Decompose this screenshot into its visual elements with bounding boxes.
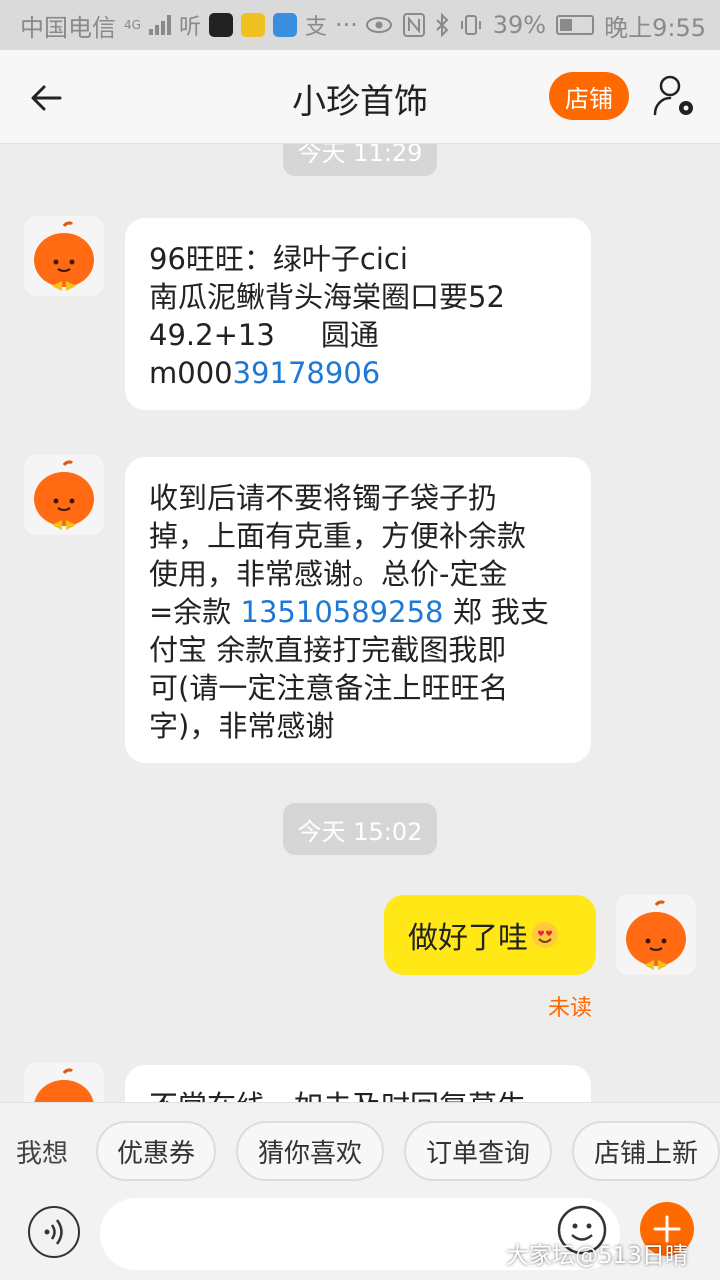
shop-avatar[interactable] (24, 216, 104, 296)
quick-reply-bar: 我想 优惠券 猜你喜欢 订单查询 店铺上新 (0, 1102, 720, 1194)
battery-icon (556, 15, 595, 35)
battery-percent: 39% (492, 11, 547, 39)
status-bar: 中国电信 4G 听 支 ··· 39% 晚上9:55 (0, 0, 720, 50)
bluetooth-icon (436, 13, 449, 37)
message-text: 郑 我支 (443, 595, 549, 629)
shop-button[interactable]: 店铺 (549, 72, 629, 120)
unread-status: 未读 (548, 996, 593, 1021)
message-bubble[interactable]: 96旺旺：绿叶子cici 南瓜泥鳅背头海棠圈口要52 49.2+13 圆通 m0… (125, 218, 591, 410)
chip-new-arrivals[interactable]: 店铺上新 (572, 1121, 720, 1181)
app-notification-icon-2 (272, 13, 297, 37)
message-line: 收到后请不要将镯子袋子扔 (149, 481, 498, 515)
tracking-prefix: m000 (149, 356, 233, 390)
message-line: 使用，非常感谢。总价-定金 (149, 557, 508, 591)
pumpkin-avatar-icon (34, 1068, 94, 1102)
listen-app-icon: 听 (178, 15, 201, 40)
message-line: 49.2+13 圆通 (149, 318, 379, 352)
more-notifications-icon: ··· (334, 11, 358, 39)
message-bubble[interactable]: 收到后请不要将镯子袋子扔 掉，上面有克重，方便补余款 使用，非常感谢。总价-定金… (125, 457, 591, 763)
alipay-icon: 支 (304, 15, 327, 40)
voice-icon (44, 1219, 63, 1245)
chip-order-query[interactable]: 订单查询 (404, 1121, 552, 1181)
clock: 晚上9:55 (604, 13, 706, 42)
carrier-label: 中国电信 (20, 13, 116, 42)
timestamp-divider: 今天 15:02 (283, 803, 437, 855)
signal-icon (148, 15, 171, 35)
message-line: 可(请一定注意备注上旺旺名 (149, 671, 509, 705)
message-text: 做好了哇 (408, 921, 528, 956)
vibrate-icon (460, 15, 481, 35)
message-line: 付宝 余款直接打完截图我即 (149, 633, 507, 667)
chat-header: 小珍首饰 店铺 (0, 50, 720, 144)
pumpkin-avatar-icon (626, 900, 686, 970)
message-line: 不常在线，如未及时回复莫生 (149, 1087, 567, 1102)
phone-number-link[interactable]: 13510589258 (241, 595, 444, 629)
message-line: 字)，非常感谢 (149, 709, 335, 743)
chip-you-may-like[interactable]: 猜你喜欢 (236, 1121, 384, 1181)
chip-coupon[interactable]: 优惠券 (96, 1121, 216, 1181)
eye-icon (365, 17, 392, 33)
message-line: 南瓜泥鳅背头海棠圈口要52 (149, 280, 505, 314)
my-message-bubble[interactable]: 做好了哇 (384, 895, 596, 975)
pumpkin-avatar-icon (34, 221, 94, 291)
message-line: 掉，上面有克重，方便补余款 (149, 519, 527, 553)
chat-area[interactable]: 今天 11:29 96旺旺：绿叶子cici 南瓜泥鳅背头海棠圈口要52 49.2… (0, 144, 720, 1102)
my-avatar[interactable] (616, 895, 696, 975)
message-line: 96旺旺：绿叶子cici (149, 242, 408, 276)
watermark: 大家坛@513日晴 (506, 1243, 688, 1269)
nfc-icon (402, 13, 425, 37)
message-text: =余款 (149, 595, 241, 629)
shop-avatar[interactable] (24, 1063, 104, 1102)
user-settings-icon[interactable] (650, 72, 698, 120)
heart-eyes-emoji-icon (532, 922, 558, 948)
shop-avatar[interactable] (24, 455, 104, 535)
timestamp-divider: 今天 11:29 (283, 144, 437, 176)
message-bubble[interactable]: 不常在线，如未及时回复莫生 (125, 1065, 591, 1102)
network-type: 4G (124, 18, 141, 32)
app-notification-icon (240, 13, 265, 37)
pumpkin-avatar-icon (34, 460, 94, 530)
quick-bar-label: 我想 (16, 1139, 69, 1169)
voice-button[interactable] (28, 1206, 80, 1258)
tracking-number-link[interactable]: 39178906 (233, 356, 381, 390)
tiktok-icon (208, 13, 233, 37)
